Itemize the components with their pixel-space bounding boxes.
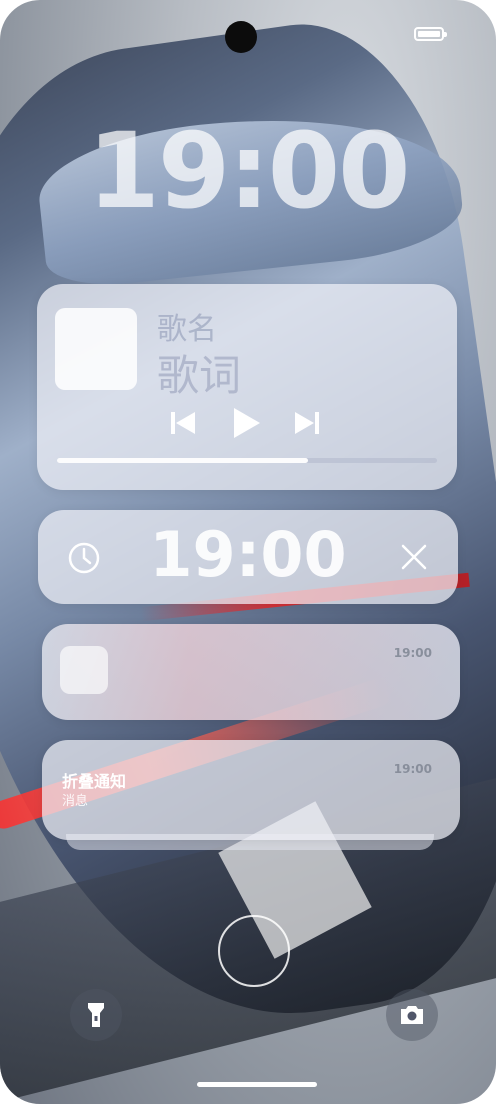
notification-body: 消息 bbox=[62, 794, 89, 809]
lock-screen: 19:00 歌名 歌词 19:00 19:00 折叠通知 消息 19:00 bbox=[0, 0, 496, 1104]
flashlight-button[interactable] bbox=[70, 989, 122, 1041]
close-icon[interactable] bbox=[398, 541, 430, 573]
previous-icon[interactable] bbox=[165, 404, 203, 442]
alarm-widget[interactable]: 19:00 bbox=[38, 510, 458, 604]
album-art[interactable] bbox=[55, 308, 137, 390]
music-widget[interactable]: 歌名 歌词 bbox=[37, 284, 457, 490]
flashlight-icon bbox=[88, 1003, 104, 1027]
notification-time: 19:00 bbox=[393, 762, 432, 776]
lock-screen-clock: 19:00 bbox=[87, 110, 410, 232]
battery-level bbox=[418, 31, 440, 37]
play-icon[interactable] bbox=[226, 404, 264, 442]
playback-progress-fill bbox=[57, 458, 308, 463]
playback-progress[interactable] bbox=[57, 458, 437, 463]
folded-notification-card[interactable]: 折叠通知 消息 19:00 bbox=[42, 740, 460, 840]
unlock-ring[interactable] bbox=[218, 915, 290, 987]
notification-title: 折叠通知 bbox=[62, 772, 127, 791]
camera-button[interactable] bbox=[386, 989, 438, 1041]
notification-card[interactable]: 19:00 bbox=[42, 624, 460, 720]
notification-time: 19:00 bbox=[393, 646, 432, 660]
front-camera-cutout bbox=[225, 21, 257, 53]
camera-icon bbox=[401, 1006, 423, 1024]
battery-icon bbox=[414, 27, 447, 41]
alarm-time: 19:00 bbox=[149, 518, 347, 591]
home-indicator[interactable] bbox=[197, 1082, 317, 1087]
song-lyrics: 歌词 bbox=[157, 351, 242, 400]
app-icon bbox=[60, 646, 108, 694]
next-icon[interactable] bbox=[287, 404, 325, 442]
